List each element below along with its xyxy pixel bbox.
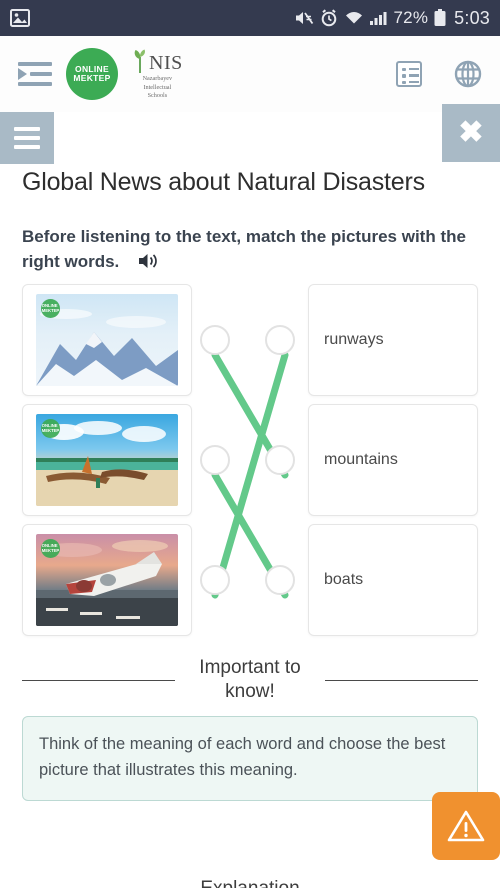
connector-dot-picture-3[interactable] <box>200 565 230 596</box>
tip-box: Think of the meaning of each word and ch… <box>22 715 478 801</box>
close-button[interactable]: ✖ <box>442 104 500 162</box>
header-left-group: ONLINE MEKTEP NIS Nazarbayev Intellectua… <box>18 48 183 100</box>
alarm-icon <box>320 9 338 27</box>
nis-sprout-icon <box>134 49 145 74</box>
header-right-group <box>396 60 482 88</box>
logo-line-2: MEKTEP <box>73 73 111 83</box>
nis-sub-3: Schools <box>147 92 168 100</box>
divider-right <box>325 679 478 681</box>
nis-logo-row: NIS <box>132 48 183 74</box>
match-exercise: ONLINE MEKTEP ONLINE MEKTEP ONLINE MEKTE… <box>0 284 500 637</box>
connector-column <box>192 284 308 636</box>
app-header: ONLINE MEKTEP NIS Nazarbayev Intellectua… <box>0 36 500 112</box>
instruction-text: Before listening to the text, match the … <box>0 197 500 284</box>
signal-icon <box>369 10 388 26</box>
page-title: Global News about Natural Disasters <box>22 168 425 196</box>
thumbnail-boats: ONLINE MEKTEP <box>36 414 178 507</box>
nis-logo: NIS Nazarbayev Intellectual Schools <box>132 48 183 100</box>
thumbnail-runway: ONLINE MEKTEP <box>36 534 178 627</box>
clock-time: 5:03 <box>454 7 490 28</box>
picture-column: ONLINE MEKTEP ONLINE MEKTEP ONLINE MEKTE… <box>22 284 192 637</box>
important-title-line-1: Important to <box>199 657 301 679</box>
connector-dot-word-3[interactable] <box>265 565 295 596</box>
nis-sub-1: Nazarbayev <box>142 75 173 83</box>
globe-icon[interactable] <box>454 60 482 88</box>
mute-icon <box>294 9 314 27</box>
divider-left <box>22 679 175 681</box>
wifi-icon <box>344 10 364 26</box>
connector-dot-picture-1[interactable] <box>200 325 230 356</box>
instruction-label: Before listening to the text, match the … <box>22 227 466 271</box>
nis-sub-2: Intellectual <box>143 83 172 91</box>
list-contents-icon[interactable] <box>396 61 422 87</box>
status-bar-left <box>10 9 30 27</box>
important-title: Important to know! <box>185 656 315 704</box>
word-column: runways mountains boats <box>308 284 478 637</box>
connector-dot-word-1[interactable] <box>265 325 295 356</box>
indent-menu-icon[interactable] <box>18 60 52 88</box>
warning-triangle-icon[interactable] <box>432 791 500 860</box>
battery-percent: 72% <box>393 8 429 27</box>
word-card-mountains[interactable]: mountains <box>308 404 478 517</box>
connector-dot-picture-2[interactable] <box>200 445 230 476</box>
word-card-runways[interactable]: runways <box>308 284 478 397</box>
status-bar: 72% 5:03 <box>0 0 500 36</box>
menu-row: ✖ <box>0 104 500 164</box>
picture-card-boats[interactable]: ONLINE MEKTEP <box>22 404 192 517</box>
photo-icon <box>10 9 30 27</box>
tip-section: Think of the meaning of each word and ch… <box>0 704 500 860</box>
picture-card-runway[interactable]: ONLINE MEKTEP <box>22 524 192 637</box>
connector-dot-word-2[interactable] <box>265 445 295 476</box>
hamburger-menu-icon[interactable] <box>0 112 54 164</box>
online-mektep-logo: ONLINE MEKTEP <box>66 48 118 100</box>
nis-abbr: NIS <box>149 52 183 75</box>
word-card-boats[interactable]: boats <box>308 524 478 637</box>
important-title-line-2: know! <box>225 681 275 703</box>
battery-icon <box>434 9 446 27</box>
picture-card-mountains[interactable]: ONLINE MEKTEP <box>22 284 192 397</box>
match-grid: ONLINE MEKTEP ONLINE MEKTEP ONLINE MEKTE… <box>22 284 478 637</box>
speaker-icon[interactable] <box>138 252 160 270</box>
next-section-peek: Explanation <box>0 878 500 888</box>
status-bar-right: 72% 5:03 <box>294 8 490 29</box>
important-heading: Important to know! <box>0 636 500 704</box>
line-runways <box>211 351 289 599</box>
thumbnail-mountains: ONLINE MEKTEP <box>36 294 178 387</box>
